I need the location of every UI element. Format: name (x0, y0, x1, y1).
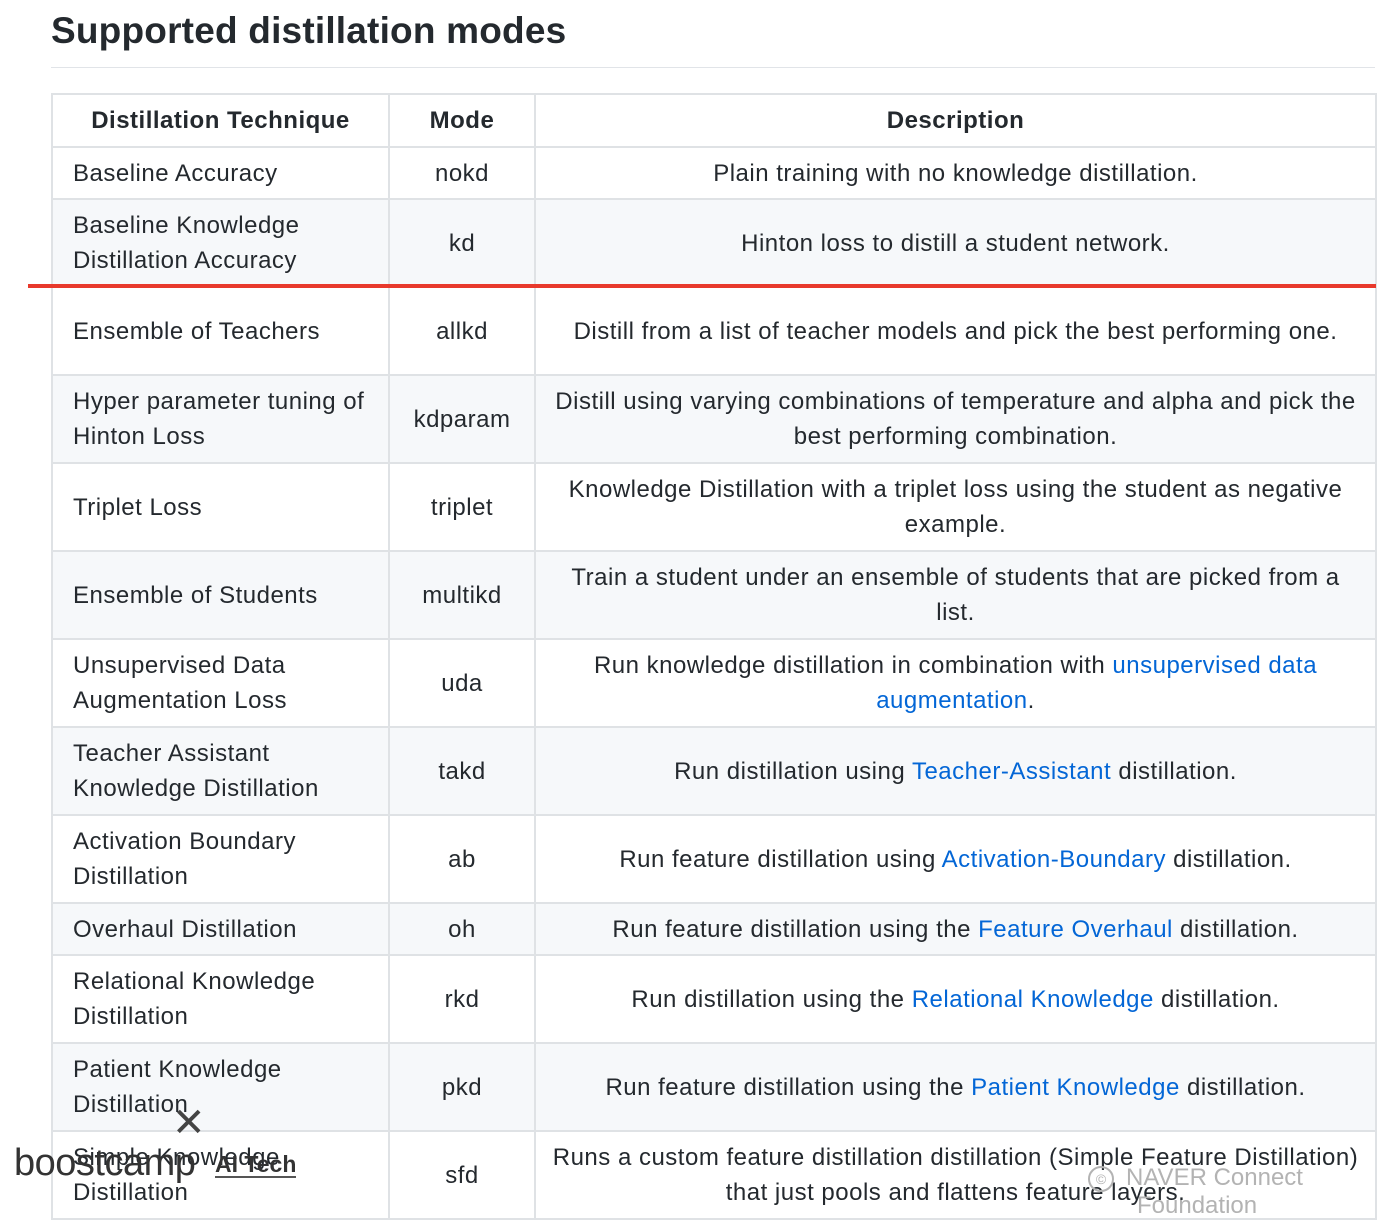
description-text-suffix: distillation. (1172, 915, 1299, 943)
column-header-technique: Distillation Technique (51, 93, 390, 148)
description-text-suffix: distillation. (1165, 845, 1292, 873)
boostcamp-logo-text: boostcamp (14, 1142, 196, 1184)
description-text-suffix: distillation. (1179, 1073, 1306, 1101)
technique-cell: Baseline Accuracy (51, 146, 390, 200)
description-cell: Run feature distillation using the Featu… (534, 902, 1377, 956)
technique-cell: Relational Knowledge Distillation (51, 954, 390, 1044)
description-cell: Knowledge Distillation with a triplet lo… (534, 462, 1377, 552)
mode-cell: rkd (388, 954, 536, 1044)
technique-cell: Triplet Loss (51, 462, 390, 552)
table-row: Patient Knowledge Distillation pkd Run f… (51, 1042, 1377, 1132)
table-row: Hyper parameter tuning of Hinton Loss kd… (51, 374, 1377, 464)
technique-cell: Teacher Assistant Knowledge Distillation (51, 726, 390, 816)
description-cell: Distill from a list of teacher models an… (534, 286, 1377, 376)
description-text-suffix: . (1027, 687, 1035, 714)
mode-cell: uda (388, 638, 536, 728)
description-text-suffix: distillation. (1153, 985, 1280, 1013)
description-cell: Plain training with no knowledge distill… (534, 146, 1377, 200)
mode-cell: kdparam (388, 374, 536, 464)
description-text: Run feature distillation using (619, 845, 942, 873)
column-header-mode: Mode (388, 93, 536, 148)
distillation-modes-table: Distillation Technique Mode Description … (51, 93, 1377, 1220)
technique-cell: Baseline Knowledge Distillation Accuracy (51, 198, 390, 288)
mode-cell: ab (388, 814, 536, 904)
description-cell: Run distillation using the Relational Kn… (534, 954, 1377, 1044)
column-header-description: Description (534, 93, 1377, 148)
technique-cell: Ensemble of Students (51, 550, 390, 640)
description-cell: Run feature distillation using Activatio… (534, 814, 1377, 904)
description-cell: Run feature distillation using the Patie… (534, 1042, 1377, 1132)
description-text-suffix: distillation. (1111, 757, 1237, 785)
table-row: Unsupervised Data Augmentation Loss uda … (51, 638, 1377, 728)
description-cell: Run knowledge distillation in combinatio… (534, 638, 1377, 728)
table-row: Baseline Knowledge Distillation Accuracy… (51, 198, 1377, 288)
mode-cell: multikd (388, 550, 536, 640)
description-text: Train a student under an ensemble of stu… (571, 564, 1340, 626)
mode-cell: takd (388, 726, 536, 816)
table-row: Activation Boundary Distillation ab Run … (51, 814, 1377, 904)
copyright-icon: © (1088, 1165, 1114, 1192)
description-text: Run feature distillation using the (605, 1073, 972, 1101)
mode-cell: triplet (388, 462, 536, 552)
mode-cell: sfd (388, 1130, 536, 1220)
red-highlight-line (28, 284, 1376, 288)
table-row: Teacher Assistant Knowledge Distillation… (51, 726, 1377, 816)
foundation-text: Foundation (1137, 1192, 1258, 1219)
description-text: Knowledge Distillation with a triplet lo… (568, 476, 1343, 538)
description-cell: Run distillation using Teacher-Assistant… (534, 726, 1377, 816)
description-cell: Hinton loss to distill a student network… (534, 198, 1377, 288)
patient-knowledge-link[interactable]: Patient Knowledge (971, 1074, 1180, 1101)
teacher-assistant-link[interactable]: Teacher-Assistant (912, 758, 1111, 785)
mode-cell: allkd (388, 286, 536, 376)
technique-cell: Activation Boundary Distillation (51, 814, 390, 904)
description-text: Run distillation using the (631, 985, 912, 1013)
title-divider (51, 67, 1375, 68)
page-title: Supported distillation modes (51, 10, 567, 51)
description-text: Run distillation using (674, 757, 912, 785)
relational-knowledge-link[interactable]: Relational Knowledge (912, 986, 1154, 1013)
description-text: Plain training with no knowledge distill… (713, 159, 1198, 187)
naver-connect-watermark: © NAVER Connect Foundation (1088, 1164, 1303, 1220)
table-row: Relational Knowledge Distillation rkd Ru… (51, 954, 1377, 1044)
mode-cell: oh (388, 902, 536, 956)
technique-cell: Hyper parameter tuning of Hinton Loss (51, 374, 390, 464)
mode-cell: pkd (388, 1042, 536, 1132)
activation-boundary-link[interactable]: Activation-Boundary (942, 846, 1166, 873)
description-text: Run feature distillation using the (612, 915, 979, 943)
table-header-row: Distillation Technique Mode Description (51, 93, 1377, 148)
ai-tech-logo-text: AI Tech (215, 1151, 297, 1178)
description-text: Hinton loss to distill a student network… (741, 229, 1170, 257)
description-text: Run knowledge distillation in combinatio… (593, 652, 1113, 679)
cross-icon: ✕ (172, 1101, 206, 1145)
table-row: Triplet Loss triplet Knowledge Distillat… (51, 462, 1377, 552)
naver-connect-text: NAVER Connect (1126, 1164, 1303, 1191)
mode-cell: kd (388, 198, 536, 288)
description-cell: Distill using varying combinations of te… (534, 374, 1377, 464)
technique-cell: Ensemble of Teachers (51, 286, 390, 376)
table-row: Overhaul Distillation oh Run feature dis… (51, 902, 1377, 956)
table-row: Ensemble of Teachers allkd Distill from … (51, 286, 1377, 376)
description-text: Distill from a list of teacher models an… (573, 317, 1338, 345)
feature-overhaul-link[interactable]: Feature Overhaul (978, 916, 1173, 943)
mode-cell: nokd (388, 146, 536, 200)
description-text: Distill using varying combinations of te… (555, 388, 1356, 450)
table-row: Baseline Accuracy nokd Plain training wi… (51, 146, 1377, 200)
description-cell: Train a student under an ensemble of stu… (534, 550, 1377, 640)
technique-cell: Overhaul Distillation (51, 902, 390, 956)
technique-cell: Patient Knowledge Distillation (51, 1042, 390, 1132)
table-row: Ensemble of Students multikd Train a stu… (51, 550, 1377, 640)
technique-cell: Unsupervised Data Augmentation Loss (51, 638, 390, 728)
